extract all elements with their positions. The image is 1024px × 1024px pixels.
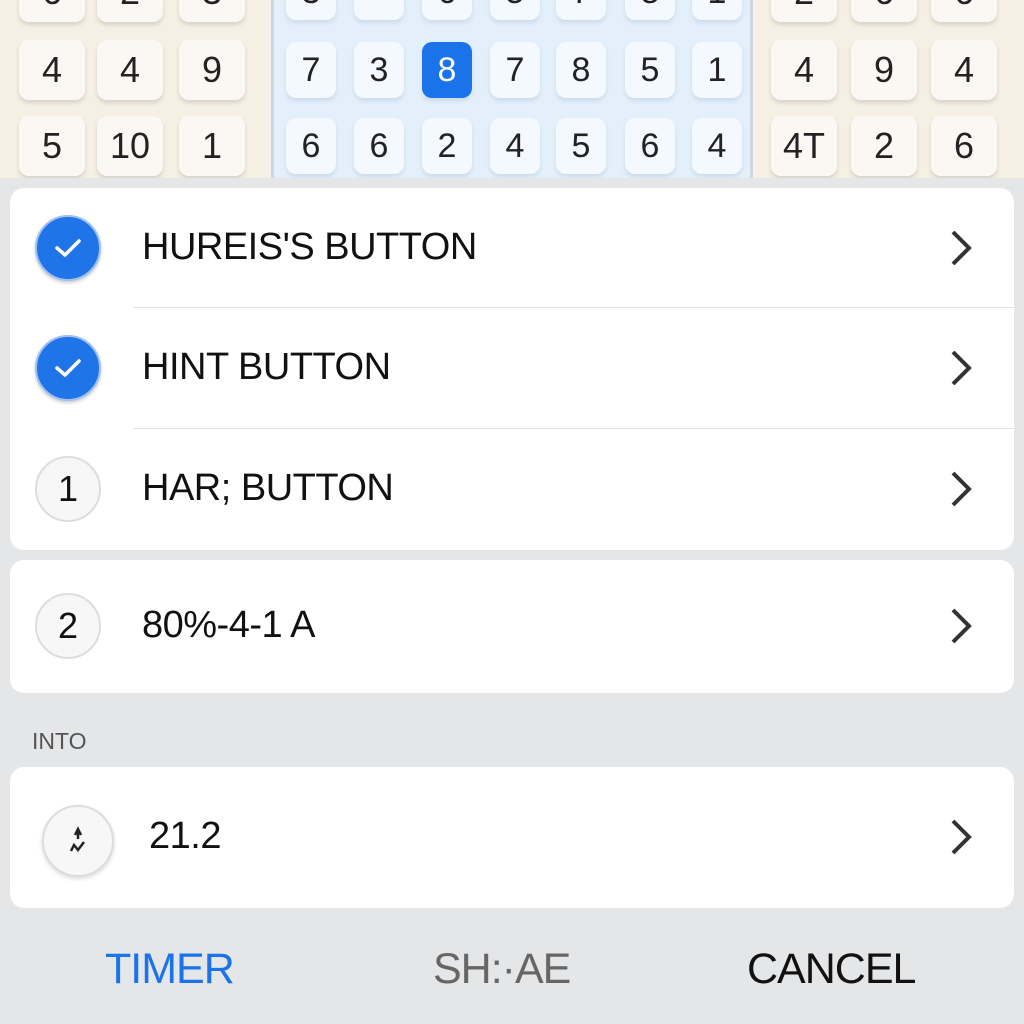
board-panel-left: 6234495101 xyxy=(0,0,266,178)
board-cell[interactable]: 2 xyxy=(422,118,472,174)
board-cell[interactable]: 4 xyxy=(692,118,742,174)
board-cell[interactable]: 8 xyxy=(625,0,675,20)
number-badge: 1 xyxy=(35,456,101,522)
board-cell[interactable]: 7 xyxy=(490,42,540,98)
board-cell[interactable]: 4 xyxy=(490,118,540,174)
board-cell[interactable]: 6 xyxy=(931,116,997,176)
board-cell[interactable]: 2 xyxy=(851,116,917,176)
info-card: 21.2 xyxy=(10,767,1014,908)
cancel-button[interactable]: CANCEL xyxy=(747,945,916,994)
board-cell[interactable]: 4 xyxy=(931,40,997,100)
timer-button[interactable]: TIMER xyxy=(105,945,235,994)
board-cell[interactable]: 4 xyxy=(19,40,85,100)
option-label: HAR; BUTTON xyxy=(142,467,394,509)
board-cell[interactable]: 6 xyxy=(851,0,917,22)
board-cell[interactable]: 8 xyxy=(556,42,606,98)
board-cell[interactable]: 6 xyxy=(354,118,404,174)
chevron-right-icon xyxy=(951,608,972,644)
option-row-har-button[interactable]: 1 HAR; BUTTON xyxy=(10,429,1014,550)
board-cell[interactable]: 9 xyxy=(179,40,245,100)
board-cell[interactable]: 6 xyxy=(422,0,472,20)
option-label: 80%-4-1 A xyxy=(142,604,315,646)
board-cell[interactable]: 6 xyxy=(286,118,336,174)
options-card: HUREIS'S BUTTON HINT BUTTON 1 HAR; BUTTO… xyxy=(10,188,1014,550)
option-label: HINT BUTTON xyxy=(142,346,391,388)
board-cell[interactable]: 6 xyxy=(931,0,997,22)
board-cell[interactable]: 1 xyxy=(692,0,742,20)
board-cell[interactable]: 2 xyxy=(97,0,163,22)
board-cell[interactable]: 5 xyxy=(625,42,675,98)
board-cell[interactable] xyxy=(354,0,404,20)
option-label: HUREIS'S BUTTON xyxy=(142,226,477,268)
board-cell[interactable]: 3 xyxy=(286,0,336,20)
chevron-right-icon xyxy=(951,230,972,266)
number-badge: 2 xyxy=(35,593,101,659)
option2-card: 2 80%-4-1 A xyxy=(10,560,1014,693)
board-cell[interactable]: 6 xyxy=(19,0,85,22)
board-cell[interactable]: 5 xyxy=(556,118,606,174)
board-cell[interactable]: 10 xyxy=(97,116,163,176)
share-button[interactable]: SH:·AE xyxy=(433,945,571,994)
board-cell[interactable]: 2 xyxy=(771,0,837,22)
board-cell[interactable]: 9 xyxy=(851,40,917,100)
option-row-hureis-button[interactable]: HUREIS'S BUTTON xyxy=(10,188,1014,309)
chevron-right-icon xyxy=(951,819,972,855)
board-cell[interactable]: 7 xyxy=(556,0,606,20)
board-cell[interactable]: 5 xyxy=(19,116,85,176)
info-value: 21.2 xyxy=(149,815,221,857)
section-header: INTO xyxy=(32,728,87,754)
board-panel-middle: 36578173878516624564 xyxy=(271,0,753,178)
option-row-hint-button[interactable]: HINT BUTTON xyxy=(10,308,1014,429)
chevron-right-icon xyxy=(951,350,972,386)
checkmark-icon[interactable] xyxy=(35,335,101,401)
board-cell[interactable]: 6 xyxy=(625,118,675,174)
board-cell[interactable]: 8 xyxy=(422,42,472,98)
board-cell[interactable]: 1 xyxy=(692,42,742,98)
board-cell[interactable]: 3 xyxy=(179,0,245,22)
board-cell[interactable]: 3 xyxy=(354,42,404,98)
chevron-right-icon xyxy=(951,471,972,507)
board-panel-right: 2664944T26 xyxy=(757,0,1024,178)
badge-icon xyxy=(42,805,114,877)
info-row[interactable]: 21.2 xyxy=(10,777,1014,898)
checkmark-icon[interactable] xyxy=(35,215,101,281)
option-row-80-percent[interactable]: 2 80%-4-1 A xyxy=(10,566,1014,687)
board-cell[interactable]: 5 xyxy=(490,0,540,20)
board-cell[interactable]: 4T xyxy=(771,116,837,176)
sudoku-board: 6234495101 36578173878516624564 2664944T… xyxy=(0,0,1024,178)
board-cell[interactable]: 4 xyxy=(771,40,837,100)
board-cell[interactable]: 4 xyxy=(97,40,163,100)
board-cell[interactable]: 7 xyxy=(286,42,336,98)
board-cell[interactable]: 1 xyxy=(179,116,245,176)
